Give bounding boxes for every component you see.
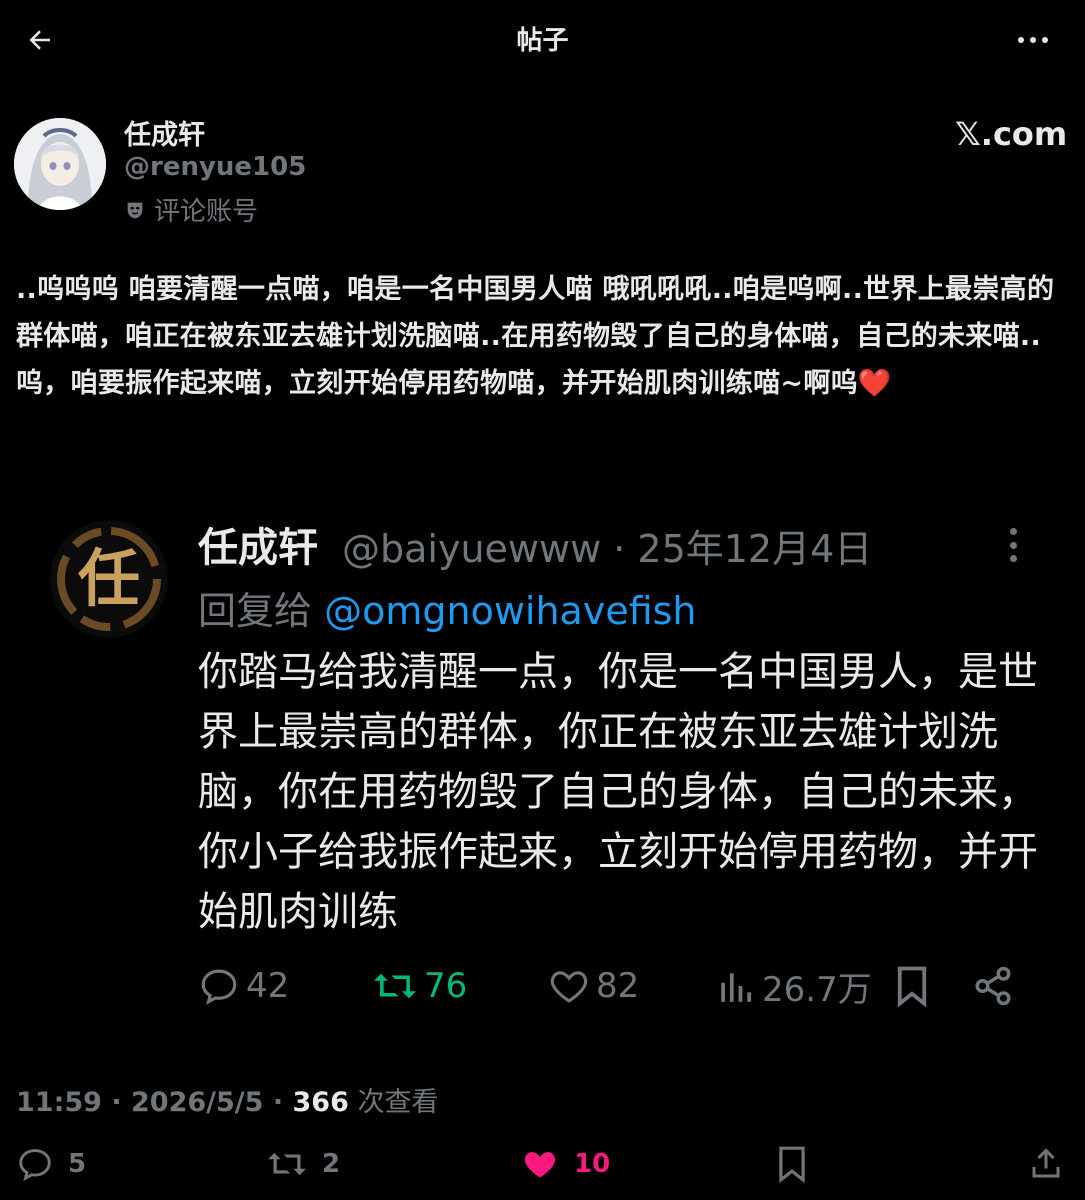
heart-icon	[550, 971, 588, 1003]
quoted-reply-button[interactable]: 42	[198, 960, 289, 1012]
view-count-label: 次查看	[348, 1087, 439, 1118]
quoted-text: 你踏马给我清醒一点，你是一名中国男人，是世界上最崇高的群体，你正在被东亚去雄计划…	[198, 649, 1038, 935]
author-label-text: 评论账号	[154, 197, 259, 227]
page-title: 帖子	[516, 26, 569, 56]
more-dot	[1042, 37, 1048, 43]
quoted-share-button[interactable]	[972, 960, 1014, 1012]
author-name[interactable]: 任成轩	[124, 113, 205, 152]
retweet-icon	[268, 1152, 306, 1176]
quoted-views-button[interactable]: 26.7万	[718, 960, 872, 1012]
more-dot	[1009, 541, 1017, 549]
share-icon	[975, 966, 1011, 1006]
quoted-retweet-count: 76	[424, 966, 468, 1006]
quoted-like-count: 82	[596, 966, 640, 1006]
view-count: 366	[292, 1087, 349, 1118]
quoted-author-name[interactable]: 任成轩	[198, 515, 318, 573]
quoted-more-button[interactable]	[998, 525, 1028, 565]
share-button[interactable]	[1028, 1140, 1064, 1188]
avatar-illustration	[14, 118, 106, 210]
quoted-avatar[interactable]: 任	[50, 520, 168, 638]
reply-mention-link[interactable]: @omgnowihavefish	[324, 589, 696, 633]
retweet-count: 2	[322, 1149, 341, 1179]
comment-icon	[201, 969, 237, 1005]
more-dot	[1009, 555, 1017, 562]
bookmark-icon	[897, 966, 927, 1007]
bookmark-button[interactable]	[776, 1140, 808, 1188]
heart-filled-icon	[524, 1152, 556, 1178]
bar-chart-icon	[721, 973, 752, 1002]
quoted-views-count: 26.7万	[762, 969, 872, 1010]
mask-icon	[127, 202, 143, 218]
like-button[interactable]: 10	[520, 1140, 610, 1188]
more-options-button[interactable]	[1005, 18, 1061, 62]
quoted-bookmark-button[interactable]	[894, 960, 930, 1012]
retweet-button[interactable]: 2	[266, 1140, 340, 1188]
more-horizontal-icon	[1018, 37, 1024, 43]
retweet-icon	[374, 973, 416, 999]
quoted-reply-line: 回复给 @omgnowihavefish	[198, 580, 697, 635]
quoted-retweet-button[interactable]: 76	[372, 960, 467, 1012]
reply-button[interactable]: 5	[16, 1140, 86, 1188]
bookmark-icon	[779, 1146, 805, 1183]
reply-count: 5	[68, 1149, 87, 1179]
author-handle[interactable]: @renyue105	[124, 152, 306, 182]
quoted-avatar-char: 任	[78, 542, 140, 615]
post-timestamp: 11:59 · 2026/5/5 · 366 次查看	[16, 1080, 438, 1119]
post-text: ..呜呜呜 咱要清醒一点喵，咱是一名中国男人喵 哦吼吼吼..咱是呜啊..世界上最…	[16, 274, 1055, 399]
quoted-meta[interactable]: @baiyuewww · 25年12月4日	[342, 518, 872, 573]
quoted-avatar-logo: 任	[51, 521, 167, 637]
comment-icon	[19, 1149, 51, 1182]
reply-prefix: 回复给	[198, 589, 313, 633]
more-vertical-icon	[1009, 528, 1017, 535]
like-count: 10	[574, 1149, 611, 1179]
quoted-reply-count: 42	[246, 966, 290, 1006]
x-com-badge: 𝕏.com	[955, 115, 1068, 153]
author-label: 评论账号	[124, 191, 258, 228]
more-dot	[1030, 37, 1036, 43]
timestamp-text: 11:59 · 2026/5/5 ·	[16, 1087, 293, 1118]
author-avatar[interactable]	[14, 118, 106, 210]
upload-share-icon	[1032, 1148, 1060, 1178]
quoted-like-button[interactable]: 82	[548, 960, 639, 1012]
